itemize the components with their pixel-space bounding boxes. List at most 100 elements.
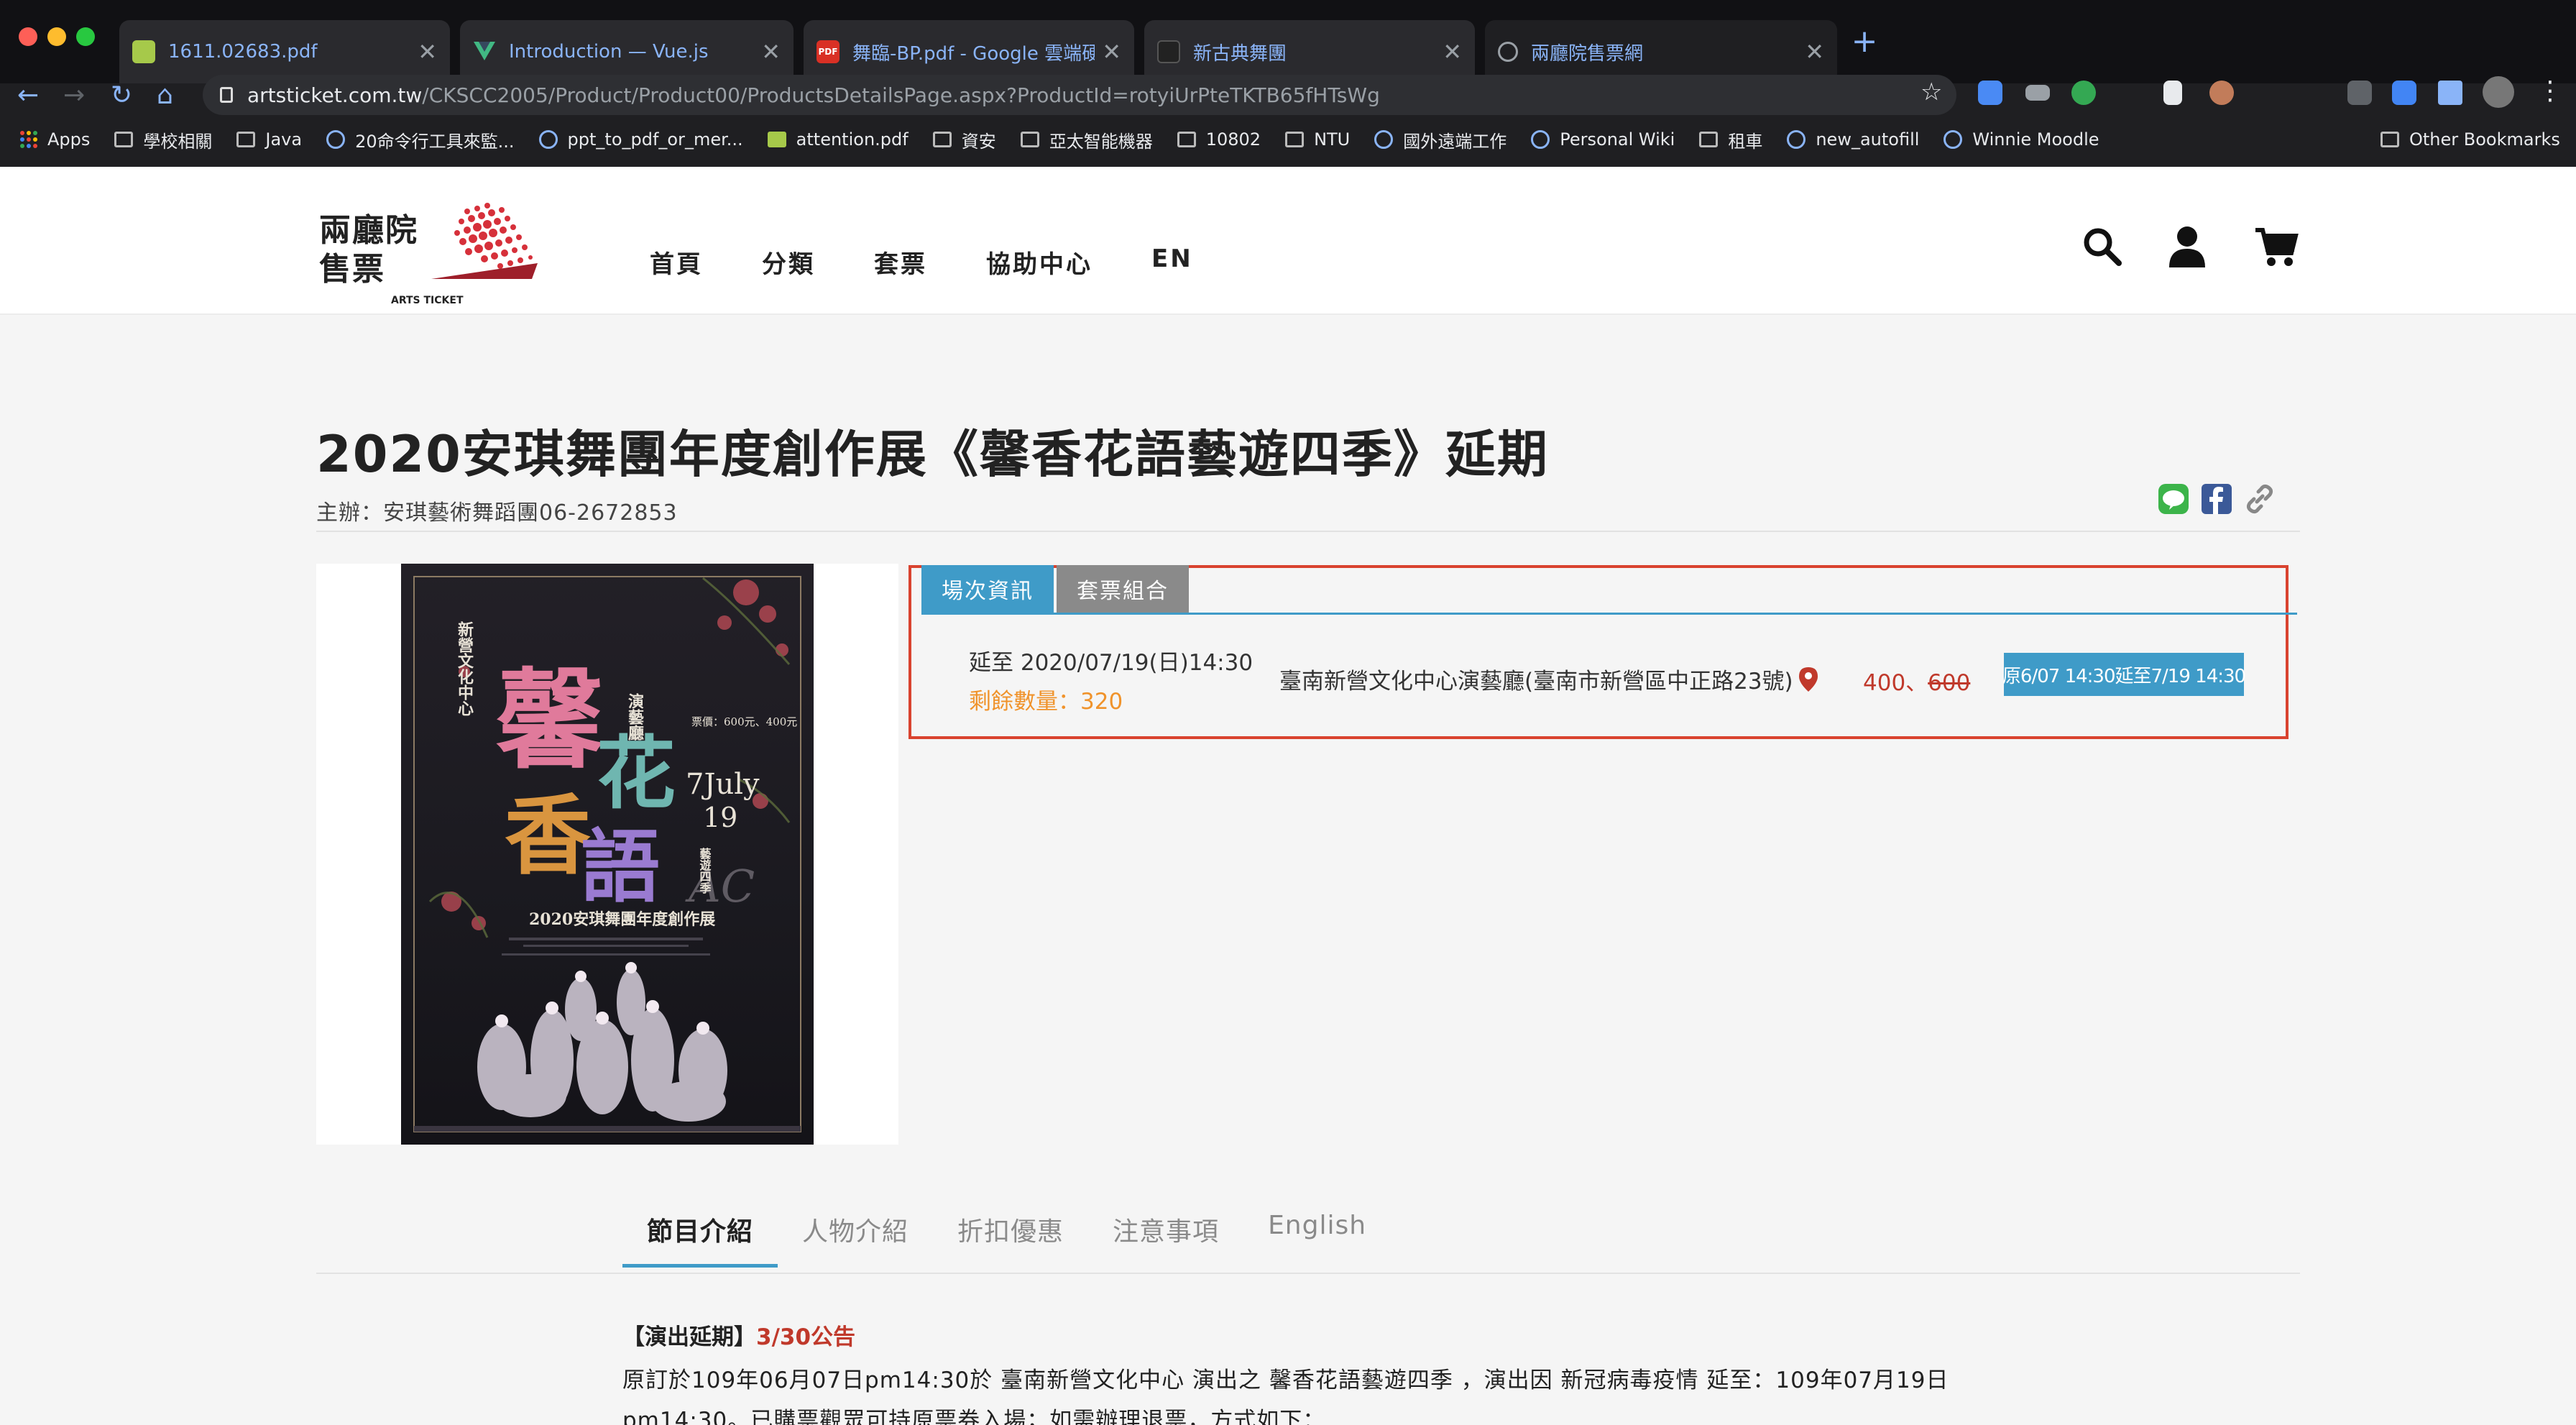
- back-icon[interactable]: ←: [17, 81, 39, 110]
- address-bar[interactable]: artsticket.com.tw/CKSCC2005/Product/Prod…: [203, 75, 1956, 115]
- poster-event-name: 2020安琪舞團年度創作展: [529, 910, 715, 929]
- tab-session-info[interactable]: 場次資訊: [921, 565, 1054, 613]
- globe-icon: [326, 130, 346, 149]
- poster-price: 票價：600元、400元: [691, 715, 797, 728]
- home-icon[interactable]: ⌂: [157, 81, 173, 110]
- other-bookmarks[interactable]: Other Bookmarks: [2380, 124, 2560, 155]
- browser-tab[interactable]: 1611.02683.pdf ✕: [119, 20, 450, 83]
- bookmark-link[interactable]: ppt_to_pdf_or_mer...: [538, 129, 743, 150]
- close-tab-icon[interactable]: ✕: [761, 38, 781, 65]
- organizer-info: 主辦：安琪藝術舞蹈團06-2672853: [316, 500, 678, 526]
- translate-icon[interactable]: [2392, 81, 2416, 105]
- poster-title-char: 語: [581, 820, 660, 913]
- tab-notes[interactable]: 注意事項: [1088, 1211, 1243, 1268]
- globe-icon: [1944, 130, 1963, 149]
- copy-link-icon[interactable]: [2244, 483, 2276, 515]
- nav-home[interactable]: 首頁: [650, 244, 703, 280]
- logo-subtitle: ARTS TICKET: [391, 295, 464, 306]
- browser-tab[interactable]: Introduction — Vue.js ✕: [460, 20, 794, 83]
- tab-package-combo[interactable]: 套票組合: [1057, 565, 1189, 613]
- profile-avatar[interactable]: [2483, 76, 2514, 108]
- facebook-share-icon[interactable]: [2201, 483, 2232, 515]
- extension-icon[interactable]: [2209, 81, 2234, 105]
- search-icon[interactable]: [2082, 226, 2123, 267]
- tab-english[interactable]: English: [1243, 1211, 1391, 1268]
- session-status-button[interactable]: 原6/07 14:30延至7/19 14:30: [2002, 653, 2246, 696]
- map-pin-icon[interactable]: [1798, 666, 1818, 692]
- globe-icon: [538, 130, 558, 149]
- session-date: 延至 2020/07/19(日)14:30: [969, 650, 1254, 676]
- bookmark-folder[interactable]: 資安: [932, 127, 996, 152]
- browser-tab-active[interactable]: 兩廳院售票網 ✕: [1485, 20, 1837, 83]
- url-path: /CKSCC2005/Product/Product00/ProductsDet…: [422, 83, 1380, 107]
- bookmark-apps[interactable]: Apps: [20, 129, 90, 150]
- folder-icon: [114, 132, 134, 147]
- bookmark-link[interactable]: attention.pdf: [767, 129, 908, 150]
- tab-strip: 1611.02683.pdf ✕ Introduction — Vue.js ✕…: [0, 0, 2576, 83]
- close-tab-icon[interactable]: ✕: [1102, 38, 1121, 65]
- folder-icon: [236, 132, 256, 147]
- price-sold-out: 600: [1928, 670, 1971, 696]
- bookmark-folder[interactable]: 亞太智能機器: [1020, 127, 1153, 152]
- extension-icon[interactable]: [2163, 81, 2182, 105]
- site-logo[interactable]: 兩廳院 售票 ARTS TICKET: [316, 201, 539, 306]
- site-header: 兩廳院 售票 ARTS TICKET 首頁 分類 套票 協助中心 EN: [0, 167, 2576, 315]
- maximize-window-button[interactable]: [76, 27, 95, 46]
- nav-category[interactable]: 分類: [762, 244, 815, 280]
- bookmark-label: 租車: [1728, 131, 1763, 152]
- tab-discounts[interactable]: 折扣優惠: [933, 1211, 1088, 1268]
- poster-day: 19: [703, 802, 737, 833]
- nav-english[interactable]: EN: [1151, 244, 1193, 280]
- session-venue[interactable]: 臺南新營文化中心演藝廳(臺南市新營區中正路23號): [1279, 663, 1818, 695]
- bookmark-label: attention.pdf: [796, 129, 908, 150]
- poster-title-char: 香: [505, 785, 591, 886]
- extension-icon[interactable]: [1978, 81, 2002, 105]
- bookmark-link[interactable]: new_autofill: [1787, 129, 1919, 150]
- bookmarks-bar: Apps 學校相關 Java 20命令行工具來監... ppt_to_pdf_o…: [0, 124, 2576, 155]
- extension-icon[interactable]: [2071, 81, 2096, 105]
- line-share-icon[interactable]: [2158, 483, 2189, 515]
- poster-month: 7July: [686, 768, 760, 801]
- minimize-window-button[interactable]: [47, 27, 66, 46]
- forward-icon[interactable]: →: [63, 81, 85, 110]
- bookmark-folder[interactable]: Java: [236, 129, 302, 150]
- poster-frame: 馨 花 香 語 票價：600元、400元 7July 19 2020安琪舞團年度…: [316, 564, 898, 1145]
- bookmark-link[interactable]: 國外遠端工作: [1374, 127, 1506, 152]
- puzzle-icon[interactable]: [2438, 81, 2462, 105]
- browser-tab[interactable]: 新古典舞團 ✕: [1144, 20, 1475, 83]
- cart-icon[interactable]: [2254, 226, 2299, 267]
- nav-help-center[interactable]: 協助中心: [986, 244, 1092, 280]
- folder-icon: [932, 132, 952, 147]
- close-tab-icon[interactable]: ✕: [1805, 38, 1824, 65]
- remaining-seats: 剩餘數量：320: [969, 689, 1123, 715]
- bookmark-link[interactable]: 20命令行工具來監...: [326, 127, 515, 152]
- bookmark-folder[interactable]: NTU: [1285, 129, 1350, 150]
- extension-icon[interactable]: [2025, 85, 2050, 101]
- close-window-button[interactable]: [19, 27, 37, 46]
- new-tab-button[interactable]: +: [1849, 26, 1880, 58]
- folder-icon: [1699, 132, 1719, 147]
- bookmark-folder[interactable]: 學校相關: [114, 127, 212, 152]
- close-tab-icon[interactable]: ✕: [418, 38, 437, 65]
- browser-tab[interactable]: PDF 舞臨-BP.pdf - Google 雲端硬碟 ✕: [804, 20, 1134, 83]
- extension-icon[interactable]: [2347, 81, 2372, 105]
- poster-title-char: 馨: [496, 657, 604, 784]
- event-poster[interactable]: 馨 花 香 語 票價：600元、400元 7July 19 2020安琪舞團年度…: [401, 564, 814, 1145]
- page-title: 2020安琪舞團年度創作展《馨香花語藝遊四季》延期: [316, 425, 1549, 484]
- notice-heading-label: 【演出延期】: [622, 1324, 756, 1350]
- bookmark-folder[interactable]: 10802: [1177, 129, 1261, 150]
- menu-kebab-icon[interactable]: ⋮: [2537, 76, 2563, 106]
- user-icon[interactable]: [2168, 226, 2207, 267]
- bookmark-link[interactable]: Winnie Moodle: [1944, 129, 2099, 150]
- folder-icon: [2380, 132, 2399, 147]
- bookmark-folder[interactable]: 租車: [1699, 127, 1762, 152]
- nav-package[interactable]: 套票: [874, 244, 927, 280]
- bookmark-star-icon[interactable]: ☆: [1920, 78, 1942, 106]
- tab-program-intro[interactable]: 節目介紹: [622, 1211, 778, 1268]
- price-separator: 、: [1905, 670, 1928, 696]
- close-tab-icon[interactable]: ✕: [1443, 38, 1462, 65]
- bookmark-link[interactable]: Personal Wiki: [1531, 129, 1675, 150]
- tab-people-intro[interactable]: 人物介紹: [778, 1211, 933, 1268]
- reload-icon[interactable]: ↻: [111, 81, 132, 110]
- divider: [316, 531, 2300, 532]
